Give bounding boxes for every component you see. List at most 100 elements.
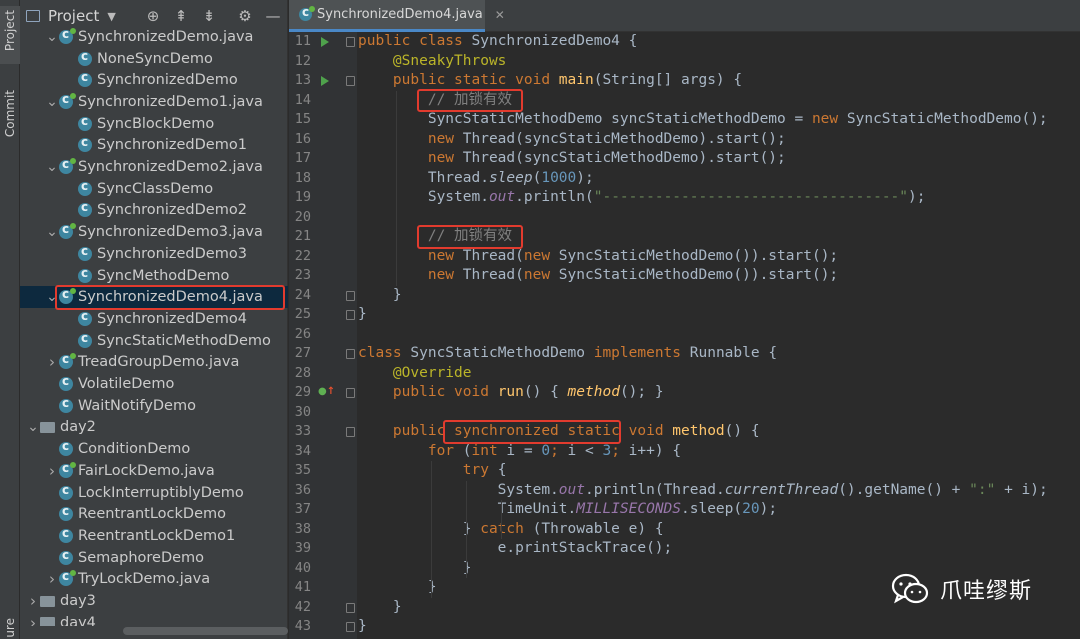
chevron-right-icon[interactable]: › bbox=[45, 353, 59, 371]
chevron-right-icon[interactable]: › bbox=[45, 462, 59, 480]
code-line[interactable]: new Thread(syncStaticMethodDemo).start()… bbox=[358, 130, 786, 150]
tree-item[interactable]: ReentrantLockDemo1 bbox=[20, 525, 288, 547]
tree-item[interactable]: SyncStaticMethodDemo bbox=[20, 330, 288, 352]
fold-marker-icon[interactable] bbox=[346, 37, 355, 47]
code-line[interactable]: public static void main(String[] args) { bbox=[358, 71, 742, 91]
code-line[interactable]: System.out.println(Thread.currentThread(… bbox=[358, 481, 1048, 501]
fold-marker-icon[interactable] bbox=[346, 427, 355, 437]
code-line[interactable]: } bbox=[358, 598, 402, 618]
code-line[interactable]: @SneakyThrows bbox=[358, 52, 507, 72]
chevron-down-icon[interactable]: ⌄ bbox=[45, 94, 59, 110]
tree-item[interactable]: SyncMethodDemo bbox=[20, 265, 288, 287]
fold-marker-icon[interactable] bbox=[346, 349, 355, 359]
tree-item[interactable]: ⌄ SynchronizedDemo2.java bbox=[20, 156, 288, 178]
java-class-icon bbox=[59, 374, 73, 392]
chevron-right-icon[interactable]: › bbox=[26, 592, 40, 610]
tree-item[interactable]: SemaphoreDemo bbox=[20, 547, 288, 569]
tree-folder-item[interactable]: › day4 bbox=[20, 612, 288, 626]
run-main-icon[interactable] bbox=[321, 76, 329, 86]
tree-item[interactable]: SynchronizedDemo2 bbox=[20, 200, 288, 222]
code-token: .println( bbox=[515, 189, 594, 205]
tree-item[interactable]: › TreadGroupDemo.java bbox=[20, 352, 288, 374]
code-line[interactable]: System.out.println("--------------------… bbox=[358, 188, 926, 208]
project-panel-title[interactable]: Project bbox=[48, 7, 99, 25]
expand-all-icon[interactable]: ⇞ bbox=[172, 7, 190, 25]
fold-marker-icon[interactable] bbox=[346, 622, 355, 632]
tree-item[interactable]: SynchronizedDemo bbox=[20, 69, 288, 91]
fold-marker-icon[interactable] bbox=[346, 310, 355, 320]
tree-item[interactable]: SynchronizedDemo3 bbox=[20, 243, 288, 265]
implements-method-icon[interactable]: ●↑ bbox=[318, 386, 335, 397]
code-line[interactable]: for (int i = 0; i < 3; i++) { bbox=[358, 442, 681, 462]
hide-panel-icon[interactable]: — bbox=[264, 7, 282, 25]
tree-item[interactable]: SyncBlockDemo bbox=[20, 113, 288, 135]
close-icon[interactable]: ✕ bbox=[495, 8, 505, 22]
tree-item[interactable]: ⌄ SynchronizedDemo3.java bbox=[20, 221, 288, 243]
code-token: method bbox=[672, 423, 725, 439]
code-line[interactable]: } bbox=[358, 559, 472, 579]
code-line[interactable]: e.printStackTrace(); bbox=[358, 539, 673, 559]
code-editor[interactable]: 11 12 13 14 15 16 17 18 19 20 21 22 23 24 25 26 27 28 29 30… bbox=[289, 32, 1080, 639]
code-line[interactable]: Thread.sleep(1000); bbox=[358, 169, 594, 189]
tree-item[interactable]: SynchronizedDemo4 bbox=[20, 308, 288, 330]
tree-folder-item[interactable]: ⌄ day2 bbox=[20, 417, 288, 439]
code-line[interactable]: new Thread(syncStaticMethodDemo).start()… bbox=[358, 149, 786, 169]
code-token: ); bbox=[576, 169, 594, 186]
code-line[interactable]: new Thread(new SyncStaticMethodDemo()).s… bbox=[358, 266, 838, 286]
fold-marker-icon[interactable] bbox=[346, 76, 355, 86]
code-line[interactable]: SyncStaticMethodDemo syncStaticMethodDem… bbox=[358, 110, 1048, 130]
tree-item[interactable]: SynchronizedDemo1 bbox=[20, 135, 288, 157]
project-tool-tab[interactable]: Project bbox=[0, 6, 20, 64]
tree-item[interactable]: › FairLockDemo.java bbox=[20, 460, 288, 482]
tree-item[interactable]: ConditionDemo bbox=[20, 438, 288, 460]
code-line[interactable]: } bbox=[358, 617, 367, 637]
structure-tool-tab[interactable]: ure bbox=[0, 618, 20, 639]
code-line[interactable]: new Thread(new SyncStaticMethodDemo()).s… bbox=[358, 247, 838, 267]
code-line[interactable]: } bbox=[358, 286, 402, 306]
tree-item[interactable]: ReentrantLockDemo bbox=[20, 503, 288, 525]
fold-marker-icon[interactable] bbox=[346, 290, 355, 301]
tree-item[interactable]: LockInterruptiblyDemo bbox=[20, 482, 288, 504]
tree-item[interactable]: NoneSyncDemo bbox=[20, 48, 288, 70]
tree-item-label: ReentrantLockDemo1 bbox=[78, 527, 236, 544]
java-file-icon bbox=[59, 461, 76, 478]
chevron-down-icon[interactable]: ⌄ bbox=[26, 419, 40, 435]
code-line[interactable]: } catch (Throwable e) { bbox=[358, 520, 664, 540]
java-class-icon bbox=[78, 309, 92, 326]
tree-item[interactable]: SyncClassDemo bbox=[20, 178, 288, 200]
locate-icon[interactable]: ⊕ bbox=[144, 7, 162, 25]
code-line[interactable]: public class SynchronizedDemo4 { bbox=[358, 32, 637, 52]
code-area[interactable]: public class SynchronizedDemo4 { @Sneaky… bbox=[358, 32, 1080, 639]
code-token: ); bbox=[759, 501, 778, 517]
commit-tool-tab[interactable]: Commit bbox=[0, 90, 20, 152]
code-line[interactable]: class SyncStaticMethodDemo implements Ru… bbox=[358, 344, 777, 364]
collapse-all-icon[interactable]: ⇟ bbox=[200, 7, 218, 25]
tree-folder-item[interactable]: › day3 bbox=[20, 590, 288, 612]
fold-marker-icon[interactable] bbox=[346, 388, 355, 398]
code-line[interactable]: TimeUnit.MILLISECONDS.sleep(20); bbox=[358, 500, 777, 520]
chevron-down-icon[interactable]: ▼ bbox=[107, 10, 115, 23]
code-line[interactable]: } bbox=[358, 578, 437, 598]
chevron-right-icon[interactable]: › bbox=[26, 614, 40, 626]
tree-item[interactable]: › TryLockDemo.java bbox=[20, 569, 288, 591]
code-line[interactable]: @Override bbox=[358, 364, 472, 384]
editor-tab-synchronizeddemo4[interactable]: SynchronizedDemo4.java ✕ bbox=[289, 0, 505, 32]
gear-icon[interactable]: ⚙ bbox=[236, 7, 254, 25]
tree-item[interactable]: ⌄ SynchronizedDemo1.java bbox=[20, 91, 288, 113]
chevron-down-icon[interactable]: ⌄ bbox=[45, 224, 59, 240]
code-token: new bbox=[523, 267, 559, 283]
code-line[interactable]: } bbox=[358, 305, 367, 325]
chevron-right-icon[interactable]: › bbox=[45, 570, 59, 588]
run-class-icon[interactable] bbox=[321, 37, 329, 47]
code-line[interactable]: public void run() { method(); } bbox=[358, 383, 664, 403]
chevron-down-icon[interactable]: ⌄ bbox=[45, 159, 59, 175]
tree-item[interactable]: ⌄ SynchronizedDemo.java bbox=[20, 26, 288, 48]
project-horizontal-scrollbar[interactable] bbox=[123, 627, 288, 635]
chevron-down-icon[interactable]: ⌄ bbox=[45, 29, 59, 45]
code-token: } bbox=[358, 559, 472, 576]
fold-marker-icon[interactable] bbox=[346, 602, 355, 613]
code-line[interactable]: try { bbox=[358, 461, 507, 481]
tree-item[interactable]: VolatileDemo bbox=[20, 373, 288, 395]
tree-item[interactable]: WaitNotifyDemo bbox=[20, 395, 288, 417]
